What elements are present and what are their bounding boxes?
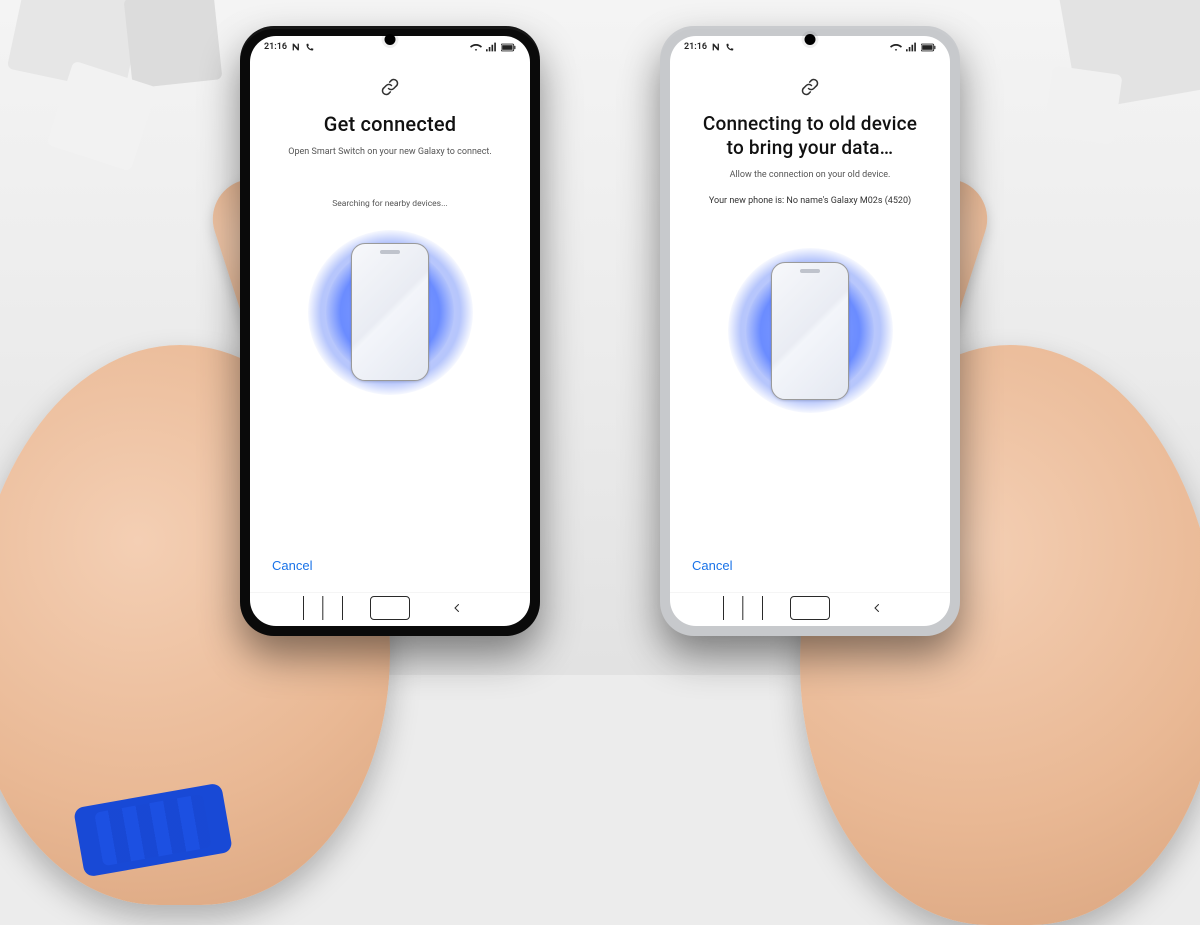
screen-right: 21:16 Connecting to old device to bring … — [670, 36, 950, 626]
page-title: Connecting to old device to bring your d… — [694, 112, 926, 160]
front-camera — [805, 34, 816, 45]
signal-icon — [906, 42, 917, 52]
searching-animation — [295, 217, 485, 407]
page-title: Get connected — [324, 112, 456, 137]
device-outline-icon — [771, 262, 849, 400]
android-navbar — [670, 592, 950, 626]
screen-left: 21:16 Get connected Open Smart Switch on… — [250, 36, 530, 626]
nav-back-button[interactable] — [437, 596, 477, 620]
cancel-button[interactable]: Cancel — [268, 552, 316, 579]
footer: Cancel — [670, 538, 950, 592]
call-icon — [305, 43, 314, 52]
nav-recents-button[interactable] — [723, 596, 763, 620]
connecting-animation — [715, 236, 905, 426]
page-subtitle: Open Smart Switch on your new Galaxy to … — [288, 147, 491, 157]
footer: Cancel — [250, 538, 530, 592]
page-subtitle: Allow the connection on your old device. — [730, 170, 891, 180]
battery-icon — [501, 43, 516, 52]
phone-left: 21:16 Get connected Open Smart Switch on… — [240, 26, 540, 636]
phone-right: 21:16 Connecting to old device to bring … — [660, 26, 960, 636]
status-time: 21:16 — [684, 42, 707, 52]
nav-home-button[interactable] — [370, 596, 410, 620]
call-icon — [725, 43, 734, 52]
device-outline-icon — [351, 243, 429, 381]
cancel-button[interactable]: Cancel — [688, 552, 736, 579]
signal-icon — [486, 42, 497, 52]
watch-band — [73, 783, 233, 878]
link-icon — [381, 78, 399, 100]
nfc-icon — [711, 42, 721, 52]
status-time: 21:16 — [264, 42, 287, 52]
android-navbar — [250, 592, 530, 626]
front-camera — [385, 34, 396, 45]
searching-label: Searching for nearby devices... — [332, 199, 448, 209]
battery-icon — [921, 43, 936, 52]
nav-home-button[interactable] — [790, 596, 830, 620]
wifi-icon — [890, 42, 902, 52]
nav-back-button[interactable] — [857, 596, 897, 620]
nfc-icon — [291, 42, 301, 52]
device-info: Your new phone is: No name's Galaxy M02s… — [709, 196, 911, 206]
nav-recents-button[interactable] — [303, 596, 343, 620]
wifi-icon — [470, 42, 482, 52]
link-icon — [801, 78, 819, 100]
